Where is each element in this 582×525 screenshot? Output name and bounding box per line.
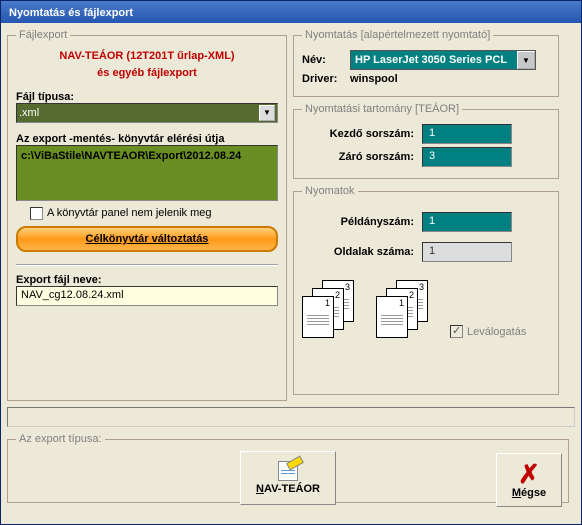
cancel-button[interactable]: ✗ Mégse — [496, 453, 562, 507]
start-row-label: Kezdő sorszám: — [302, 128, 422, 140]
chevron-down-icon: ▼ — [259, 105, 275, 121]
printer-name-value: HP LaserJet 3050 Series PCL — [355, 54, 507, 66]
export-path-label: Az export -mentés- könyvtár elérési útja — [16, 133, 278, 145]
copies-input[interactable]: 1 — [422, 212, 512, 232]
export-type-group: Az export típusa: NAV-TEÁOR ✗ Mégse — [7, 433, 569, 503]
chevron-down-icon: ▼ — [517, 51, 535, 69]
fileexport-group: Fájlexport NAV-TEÁOR (12T201T űrlap-XML)… — [7, 29, 287, 401]
printer-name-label: Név: — [302, 54, 350, 66]
window-title: Nyomtatás és fájlexport — [9, 7, 133, 19]
range-legend: Nyomtatási tartomány [TEÁOR] — [302, 103, 462, 115]
range-group: Nyomtatási tartomány [TEÁOR] Kezdő sorsz… — [293, 103, 559, 179]
print-group: Nyomtatás [alapértelmezett nyomtató] Név… — [293, 29, 559, 97]
copies-group: Nyomatok Példányszám: 1 Oldalak száma: 1 — [293, 185, 559, 395]
copies-label: Példányszám: — [302, 216, 422, 228]
filename-input[interactable]: NAV_cg12.08.24.xml — [16, 286, 278, 306]
window: Nyomtatás és fájlexport Fájlexport NAV-T… — [0, 0, 582, 525]
print-legend: Nyomtatás [alapértelmezett nyomtató] — [302, 29, 493, 41]
driver-label: Driver: — [302, 73, 350, 85]
collate-preview-1: 3 2 1 — [302, 280, 358, 338]
panel-checkbox-row[interactable]: A könyvtár panel nem jelenik meg — [30, 207, 278, 220]
status-bar — [7, 407, 575, 427]
document-edit-icon — [278, 461, 298, 481]
start-row-input[interactable]: 1 — [422, 124, 512, 144]
panel-checkbox-label: A könyvtár panel nem jelenik meg — [47, 207, 211, 219]
copies-legend: Nyomatok — [302, 185, 358, 197]
export-type-legend: Az export típusa: — [16, 433, 105, 445]
content: Fájlexport NAV-TEÁOR (12T201T űrlap-XML)… — [1, 23, 581, 509]
fileexport-legend: Fájlexport — [16, 29, 70, 41]
titlebar: Nyomtatás és fájlexport — [1, 1, 581, 23]
filetype-label: Fájl típusa: — [16, 91, 278, 103]
right-column: Nyomtatás [alapértelmezett nyomtató] Név… — [293, 29, 559, 401]
filename-label: Export fájl neve: — [16, 274, 278, 286]
export-path-value: c:\ViBaStile\NAVTEAOR\Export\2012.08.24 — [21, 150, 241, 162]
collate-preview-2: 3 2 1 — [376, 280, 432, 338]
checkbox-icon — [30, 207, 43, 220]
printer-select[interactable]: HP LaserJet 3050 Series PCL ▼ — [350, 50, 536, 70]
change-dir-button[interactable]: Célkönyvtár változtatás — [16, 226, 278, 252]
export-path-box[interactable]: c:\ViBaStile\NAVTEAOR\Export\2012.08.24 — [16, 145, 278, 201]
filename-value: NAV_cg12.08.24.xml — [21, 289, 124, 301]
driver-value: winspool — [350, 73, 398, 85]
checkbox-icon: ✓ — [450, 325, 463, 338]
filetype-value: .xml — [19, 107, 39, 119]
nav-teaor-button[interactable]: NAV-TEÁOR — [240, 451, 336, 505]
pages-value-box: 1 — [422, 242, 512, 262]
fileexport-title: NAV-TEÁOR (12T201T űrlap-XML) és egyéb f… — [16, 47, 278, 81]
end-row-input[interactable]: 3 — [422, 147, 512, 167]
collate-label: Leválogatás — [467, 326, 526, 338]
pages-label: Oldalak száma: — [302, 246, 422, 258]
collate-checkbox: ✓ Leválogatás — [450, 325, 526, 338]
close-icon: ✗ — [518, 461, 540, 487]
filetype-select[interactable]: .xml ▼ — [16, 103, 278, 123]
end-row-label: Záró sorszám: — [302, 151, 422, 163]
